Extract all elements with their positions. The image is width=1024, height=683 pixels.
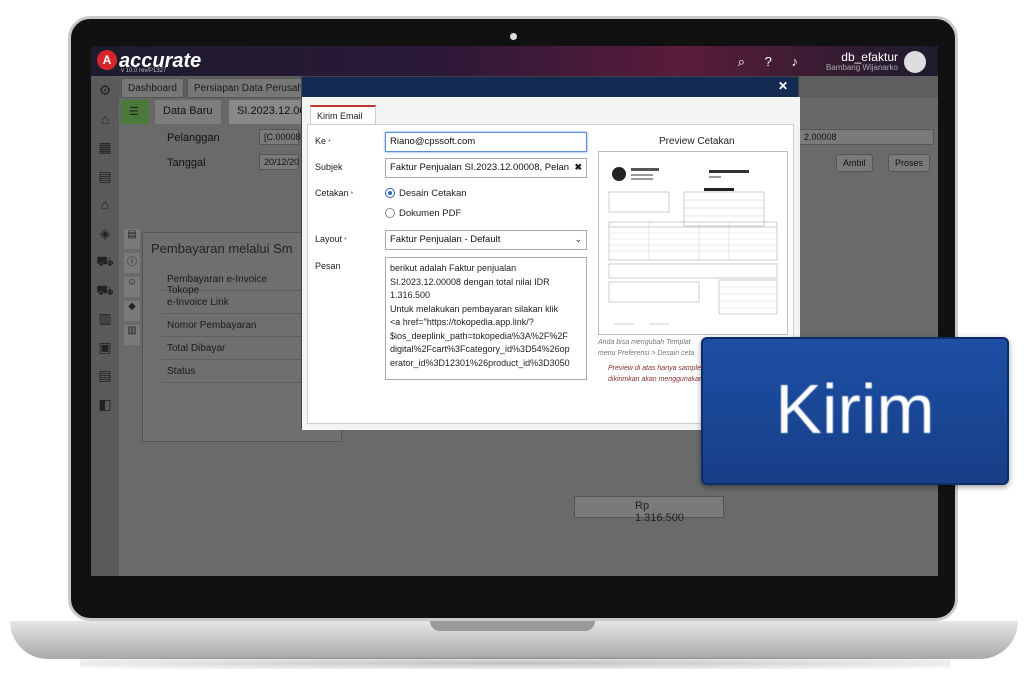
truck-icon[interactable]: ⛟	[91, 276, 119, 305]
search-icon[interactable]: ⌕	[738, 54, 745, 69]
clear-icon[interactable]: ✖	[574, 162, 582, 173]
info-icon[interactable]: ⓘ	[124, 253, 140, 273]
report-icon[interactable]: ▤	[91, 361, 119, 390]
message-line: SI.2023.12.00008 dengan total nilai IDR	[390, 276, 550, 287]
subject-label: Subjek	[315, 162, 343, 172]
preview-document	[598, 151, 788, 335]
doc-icon[interactable]: ▤	[124, 229, 140, 249]
message-line: erator_id%3D12301%26product_id%3D3050	[390, 357, 570, 368]
chevron-down-icon: ⌄	[574, 234, 582, 244]
preview-note-2: Preview di atas hanya sample dikirimkan …	[608, 365, 703, 383]
message-line: 1.316.500	[390, 290, 431, 300]
top-bar: Aaccurate v 10.0 rev/P1327 ⌕ ? ♪ db_efak…	[91, 46, 938, 76]
company-icon[interactable]: ⌂	[91, 105, 119, 134]
bank-icon[interactable]: ⌂	[91, 190, 119, 219]
subject-field[interactable]: Faktur Penjualan SI.2023.12.00008, Pelan…	[385, 158, 587, 178]
chart-icon[interactable]: ◧	[91, 390, 119, 419]
person-icon[interactable]: ☺	[124, 277, 140, 297]
message-line: <a href="https://tokopedia.app.link/?	[390, 317, 534, 327]
message-line: berikut adalah Faktur penjualan	[390, 263, 517, 273]
camera	[510, 33, 517, 40]
logo-icon: A	[97, 50, 117, 70]
dialog-header: ✕	[302, 77, 798, 97]
gear-icon[interactable]: ⚙	[91, 76, 119, 105]
layout-select[interactable]: Faktur Penjualan - Default ⌄	[385, 230, 587, 250]
tab-data-baru[interactable]: Data Baru	[155, 100, 221, 124]
db-name[interactable]: db_efaktur	[841, 50, 898, 64]
invoice-preview-image	[608, 167, 778, 325]
message-line: Untuk melakukan pembayaran silakan klik	[390, 303, 559, 314]
customer-label: Pelanggan	[167, 132, 220, 144]
side-mini-icons: ▤ ⓘ ☺ ◆ ▥	[124, 229, 142, 349]
payment-row: Nomor Pembayaran	[161, 315, 301, 337]
date-label: Tanggal	[167, 157, 206, 169]
preview-title: Preview Cetakan	[659, 136, 735, 147]
amount-field: Rp 1.316.500	[574, 496, 724, 524]
ambil-button[interactable]: Ambil	[836, 154, 873, 172]
layout-label: Layout *	[315, 234, 347, 244]
message-line: $ios_deeplink_path=tokopedia%3A%2F%2F	[390, 330, 568, 341]
subject-value: Faktur Penjualan SI.2023.12.00008, Pelan	[390, 162, 570, 173]
factory-icon[interactable]: ▥	[91, 304, 119, 333]
tag-icon[interactable]: ◆	[124, 301, 140, 321]
help-icon[interactable]: ?	[765, 54, 772, 69]
tab-dashboard[interactable]: Dashboard	[121, 78, 184, 98]
payment-row: Pembayaran e-Invoice Tokope	[161, 269, 301, 296]
building-icon[interactable]: ▦	[91, 133, 119, 162]
bag-icon[interactable]: ◈	[91, 219, 119, 248]
register-icon[interactable]: ▣	[91, 333, 119, 362]
top-icons: ⌕ ? ♪	[722, 54, 798, 70]
send-button-zoom[interactable]: Kirim	[701, 337, 1009, 485]
layout-value: Faktur Penjualan - Default	[390, 234, 501, 245]
payment-panel-title: Pembayaran melalui Sm	[151, 241, 293, 256]
tab-document[interactable]: SI.2023.12.00008	[229, 100, 303, 124]
print-label: Cetakan *	[315, 188, 354, 198]
cart-icon[interactable]: ⛟	[91, 247, 119, 276]
message-line: digital%2Fcart%3Fcategory_id%3D54%26op	[390, 344, 570, 354]
preview-note: Anda bisa mengubah Templat menu Preferen…	[598, 339, 695, 357]
list-icon[interactable]: ☰	[121, 100, 149, 124]
date-field[interactable]: 20/12/20	[259, 154, 299, 170]
book-icon[interactable]: ▤	[91, 162, 119, 191]
message-label: Pesan	[315, 261, 341, 271]
laptop-shadow	[80, 657, 950, 669]
right-field[interactable]: 2.00008	[799, 129, 934, 145]
payment-row: Status	[161, 361, 301, 383]
message-field[interactable]: berikut adalah Faktur penjualan SI.2023.…	[385, 257, 587, 380]
tab-kirim-email[interactable]: Kirim Email	[310, 105, 376, 126]
to-field[interactable]: Riano@cpssoft.com	[385, 132, 587, 152]
sidebar: ⚙ ⌂ ▦ ▤ ⌂ ◈ ⛟ ⛟ ▥ ▣ ▤ ◧	[91, 76, 119, 576]
laptop-notch	[430, 621, 595, 631]
customer-field[interactable]: [C.00008]	[259, 129, 303, 145]
proses-button[interactable]: Proses	[888, 154, 931, 172]
page-icon[interactable]: ▥	[124, 325, 140, 345]
app-version: v 10.0 rev/P1327	[121, 68, 167, 74]
radio-desain-cetakan[interactable]: Desain Cetakan	[385, 188, 467, 199]
radio-dokumen-pdf[interactable]: Dokumen PDF	[385, 208, 461, 219]
to-label: Ke *	[315, 136, 331, 146]
payment-row: e-Invoice Link	[161, 292, 301, 314]
send-button-label: Kirim	[775, 370, 935, 448]
close-icon[interactable]: ✕	[778, 79, 788, 93]
user-name: Bambang Wijanarko	[825, 63, 898, 72]
bell-icon[interactable]: ♪	[792, 54, 799, 69]
avatar[interactable]	[904, 51, 926, 73]
tab-persiapan[interactable]: Persiapan Data Perusahaan	[187, 78, 303, 98]
payment-row: Total Dibayar	[161, 338, 301, 360]
